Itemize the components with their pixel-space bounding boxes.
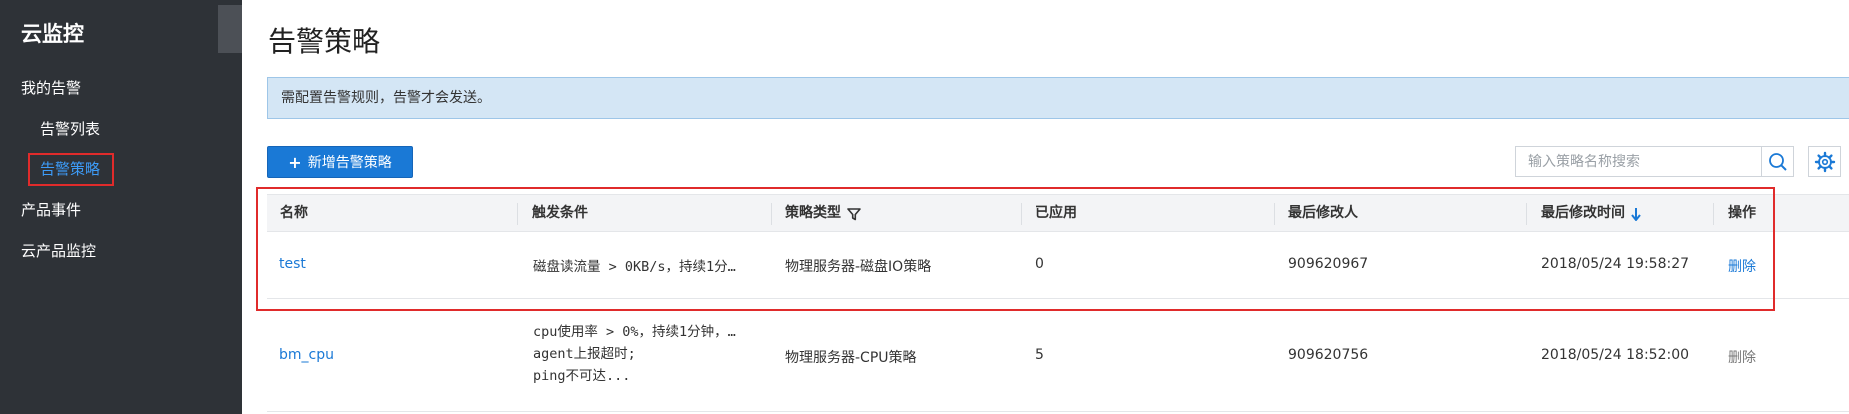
sidebar-item-cloud-product-monitor[interactable]: 云产品监控 <box>21 240 96 261</box>
condition-line: ping不可达... <box>533 368 631 384</box>
search-icon <box>1768 152 1787 171</box>
gear-icon <box>1814 151 1835 172</box>
highlight-annotation-box <box>256 187 1775 311</box>
policy-name-link[interactable]: bm_cpu <box>279 347 334 363</box>
delete-button[interactable]: 删除 <box>1728 347 1756 367</box>
condition-line: cpu使用率 > 0%，持续1分钟，… <box>533 324 736 340</box>
settings-button[interactable] <box>1808 146 1841 177</box>
search-input[interactable] <box>1516 147 1727 176</box>
last-modifier: 909620756 <box>1288 347 1369 363</box>
sidebar-item-alarm-list[interactable]: 告警列表 <box>40 118 100 139</box>
notice-banner: 需配置告警规则，告警才会发送。 <box>267 77 1849 119</box>
sidebar-collapse-handle[interactable] <box>218 5 242 53</box>
sidebar: 云监控 我的告警 告警列表 告警策略 产品事件 云产品监控 <box>0 0 242 414</box>
sidebar-item-product-events[interactable]: 产品事件 <box>21 199 81 220</box>
search-button[interactable] <box>1762 146 1794 177</box>
sidebar-title: 云监控 <box>21 22 84 46</box>
active-item-highlight <box>28 153 114 186</box>
trigger-condition: cpu使用率 > 0%，持续1分钟，… agent上报超时; ping不可达..… <box>533 321 736 387</box>
row-divider <box>267 411 1849 412</box>
condition-line: agent上报超时; <box>533 346 636 362</box>
policy-type: 物理服务器-CPU策略 <box>785 350 917 366</box>
plus-icon: + <box>288 152 302 172</box>
app-root: 云监控 我的告警 告警列表 告警策略 产品事件 云产品监控 告警策略 需配置告警… <box>0 0 1849 414</box>
page-title: 告警策略 <box>268 25 381 58</box>
search-box <box>1515 146 1762 177</box>
sidebar-item-my-alarms[interactable]: 我的告警 <box>21 77 81 98</box>
add-policy-button[interactable]: + 新增告警策略 <box>267 146 413 178</box>
add-policy-label: 新增告警策略 <box>307 155 392 171</box>
last-modified-time: 2018/05/24 18:52:00 <box>1541 347 1690 363</box>
applied-count: 5 <box>1035 347 1044 363</box>
